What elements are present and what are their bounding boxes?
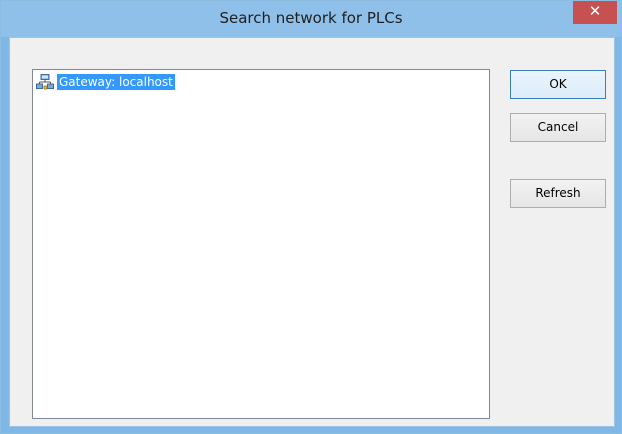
- dialog-client-area: Gateway: localhost OK Cancel Refresh: [9, 37, 615, 427]
- close-icon: ✕: [588, 2, 602, 20]
- tree-item-label: Gateway: localhost: [57, 74, 175, 90]
- cancel-button[interactable]: Cancel: [510, 113, 606, 142]
- dialog-title: Search network for PLCs: [219, 9, 403, 27]
- network-gateway-icon: [36, 74, 54, 90]
- refresh-button[interactable]: Refresh: [510, 179, 606, 208]
- ok-button[interactable]: OK: [510, 70, 606, 99]
- tree-item-gateway[interactable]: Gateway: localhost: [36, 73, 175, 91]
- title-bar[interactable]: Search network for PLCs ✕: [1, 1, 621, 37]
- close-button[interactable]: ✕: [573, 1, 617, 24]
- dialog-window: Search network for PLCs ✕ Gateway: local…: [0, 0, 622, 434]
- plc-tree-view[interactable]: Gateway: localhost: [32, 69, 490, 419]
